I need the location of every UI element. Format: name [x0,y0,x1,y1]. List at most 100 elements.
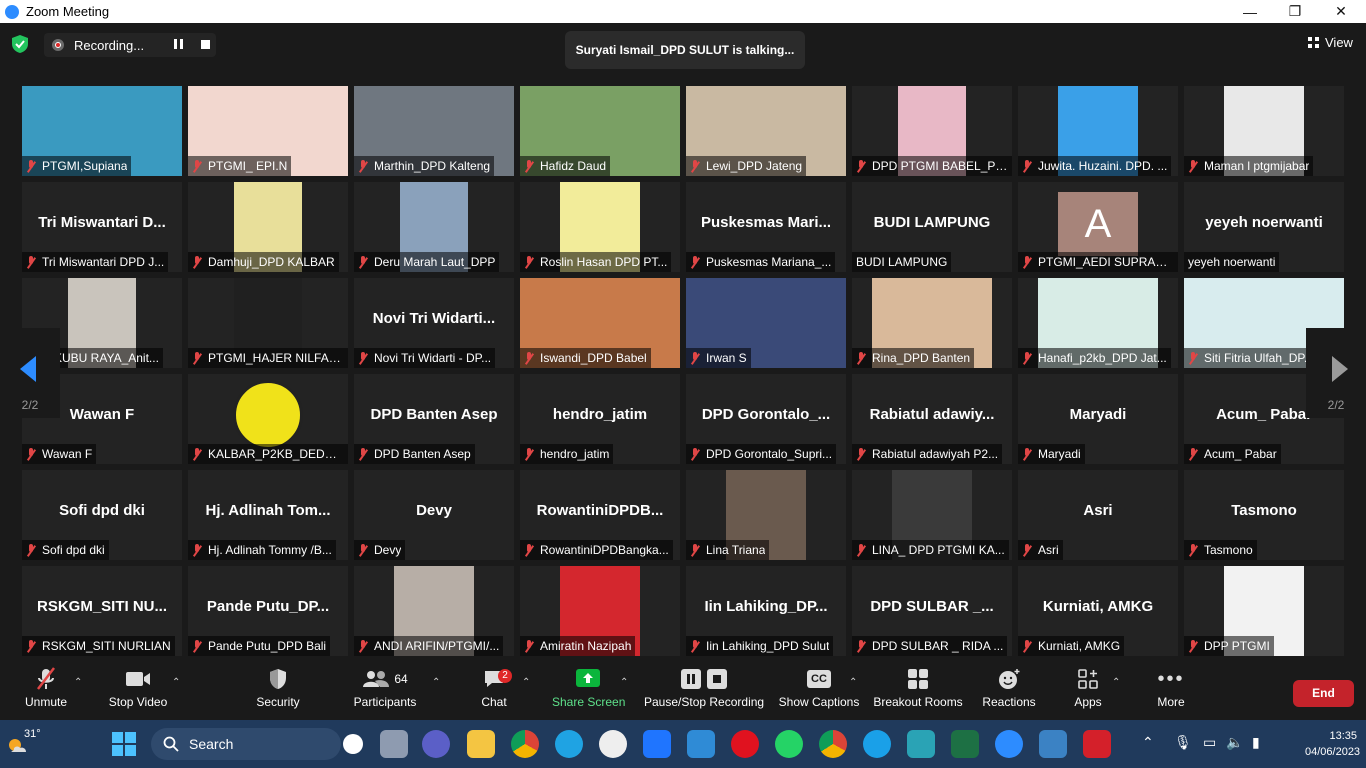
participant-tile[interactable]: Deru Marah Laut_DPP [354,182,514,272]
participant-tile[interactable]: Marthin_DPD Kalteng [354,86,514,176]
chrome-profile-icon[interactable] [819,730,847,758]
end-meeting-button[interactable]: End [1293,680,1354,707]
reactions-button[interactable]: Reactions [980,663,1038,720]
participant-tile[interactable]: Roslin Hasan DPD PT... [520,182,680,272]
mail-icon[interactable] [687,730,715,758]
windows-start-icon[interactable] [112,732,136,756]
participant-tile[interactable]: Devy Devy [354,470,514,560]
participant-tile[interactable]: Hj. Adlinah Tom... Hj. Adlinah Tommy /B..… [188,470,348,560]
stop-recording-icon[interactable] [201,40,210,49]
participant-tile[interactable]: Irwan S [686,278,846,368]
participant-tile[interactable]: Lina Triana [686,470,846,560]
photos-icon[interactable] [1039,730,1067,758]
tray-mic-icon[interactable]: 🎙 [1174,734,1192,751]
whatsapp-green-icon[interactable] [775,730,803,758]
acrobat-icon[interactable] [1083,730,1111,758]
view-button[interactable]: View [1308,35,1353,50]
participant-tile[interactable]: Kurniati, AMKG Kurniati, AMKG [1018,566,1178,656]
breakout-rooms-button[interactable]: Breakout Rooms [872,663,964,720]
participant-tile[interactable]: PTGMI_ EPI.N [188,86,348,176]
participant-tile[interactable]: Maryadi Maryadi [1018,374,1178,464]
restore-button[interactable]: ❐ [1272,0,1318,23]
next-page-button[interactable]: 2/2 [1306,328,1366,418]
share-screen-button[interactable]: Share Screen [552,663,625,720]
tray-overflow-icon[interactable]: ⌃ [1142,734,1154,751]
participant-tile[interactable]: ANDI ARIFIN/PTGMI/... [354,566,514,656]
participant-name-label: PTGMI_AEDI SUPRADI... [1018,252,1178,272]
edge-icon[interactable] [555,730,583,758]
pause-recording-icon[interactable] [174,39,183,49]
participant-tile[interactable]: PTGMI,Supiana [22,86,182,176]
notepad-icon[interactable] [907,730,935,758]
participant-tile[interactable]: Novi Tri Widarti... Novi Tri Widarti - DP… [354,278,514,368]
close-button[interactable]: ✕ [1318,0,1364,23]
participant-tile[interactable]: Juwita. Huzaini. DPD. ... [1018,86,1178,176]
audio-options-caret-icon[interactable]: ⌃ [74,677,82,688]
whatsapp-icon[interactable] [599,730,627,758]
participants-button[interactable]: 64 Participants [350,663,420,720]
participant-tile[interactable]: Hanafi_p2kb_DPD Jat... [1018,278,1178,368]
unmute-button[interactable]: Unmute [18,663,74,720]
participant-tile[interactable]: Rina_DPD Banten [852,278,1012,368]
participant-tile[interactable]: Maman l ptgmijabar [1184,86,1344,176]
participant-tile[interactable]: BUDI LAMPUNG BUDI LAMPUNG [852,182,1012,272]
participant-tile[interactable]: Pande Putu_DP... Pande Putu_DPD Bali [188,566,348,656]
participant-tile[interactable]: PTGMI_HAJER NILFAD... [188,278,348,368]
participant-tile[interactable]: DPD Banten Asep DPD Banten Asep [354,374,514,464]
participant-tile[interactable]: RowantiniDPDB... RowantiniDPDBangka... [520,470,680,560]
participant-tile[interactable]: Iin Lahiking_DP... Iin Lahiking_DPD Sulut [686,566,846,656]
chrome-icon[interactable] [511,730,539,758]
participant-tile[interactable]: DPD SULBAR _... DPD SULBAR _ RIDA ... [852,566,1012,656]
participant-tile[interactable]: hendro_jatim hendro_jatim [520,374,680,464]
battery-icon[interactable]: ▮ [1252,734,1260,751]
participant-tile[interactable]: Puskesmas Mari... Puskesmas Mariana_... [686,182,846,272]
participant-tile[interactable]: DPP PTGMI [1184,566,1344,656]
participant-tile[interactable]: RSKGM_SITI NU... RSKGM_SITI NURLIAN [22,566,182,656]
taskbar-clock[interactable]: 13:35 04/06/2023 [1305,728,1360,760]
participant-tile[interactable]: Tasmono Tasmono [1184,470,1344,560]
shield-check-icon[interactable] [12,35,28,53]
file-explorer-icon[interactable] [467,730,495,758]
participant-tile[interactable]: DPD Gorontalo_... DPD Gorontalo_Supri... [686,374,846,464]
participant-tile[interactable]: LINA_ DPD PTGMI KA... [852,470,1012,560]
participant-tile[interactable]: Rabiatul adawiy... Rabiatul adawiyah P2..… [852,374,1012,464]
meet-now-icon[interactable] [422,730,450,758]
show-captions-button[interactable]: CC Show Captions [778,663,860,720]
chat-button[interactable]: 2 Chat [476,663,512,720]
stop-video-button[interactable]: Stop Video [106,663,170,720]
zoom-taskbar-icon[interactable] [995,730,1023,758]
minimize-button[interactable]: — [1227,0,1273,23]
pause-stop-recording-button[interactable]: Pause/Stop Recording [644,663,764,720]
share-caret-icon[interactable]: ⌃ [620,677,628,688]
participant-name-label: Sofi dpd dki [22,540,109,560]
participant-tile[interactable]: KALBAR_P2KB_DEDE ... [188,374,348,464]
chat-caret-icon[interactable]: ⌃ [522,677,530,688]
participant-tile[interactable]: Lewi_DPD Jateng [686,86,846,176]
tray-display-icon[interactable]: ▭ [1203,734,1216,751]
apps-caret-icon[interactable]: ⌃ [1112,677,1120,688]
copilot-icon[interactable] [863,730,891,758]
participant-tile[interactable]: Hafidz Daud [520,86,680,176]
participant-tile[interactable]: Asri Asri [1018,470,1178,560]
participant-tile[interactable]: DPD PTGMI BABEL_P2... [852,86,1012,176]
excel-icon[interactable] [951,730,979,758]
dropbox-icon[interactable] [643,730,671,758]
more-button[interactable]: ••• More [1150,663,1192,720]
participant-tile[interactable]: Tri Miswantari D... Tri Miswantari DPD J.… [22,182,182,272]
taskbar-search[interactable]: Search [151,728,363,760]
apps-button[interactable]: Apps [1068,663,1108,720]
video-options-caret-icon[interactable]: ⌃ [172,677,180,688]
security-button[interactable]: Security [254,663,302,720]
participant-tile[interactable]: Amiratin Nazipah [520,566,680,656]
participant-tile[interactable]: Sofi dpd dki Sofi dpd dki [22,470,182,560]
participant-tile[interactable]: A PTGMI_AEDI SUPRADI... [1018,182,1178,272]
prev-page-button[interactable]: 2/2 [0,328,60,418]
captions-caret-icon[interactable]: ⌃ [849,677,857,688]
participant-tile[interactable]: Iswandi_DPD Babel [520,278,680,368]
participant-tile[interactable]: yeyeh noerwanti yeyeh noerwanti [1184,182,1344,272]
task-view-icon[interactable] [380,730,408,758]
opera-icon[interactable] [731,730,759,758]
volume-icon[interactable]: 🔈 [1226,734,1243,751]
participant-tile[interactable]: Damhuji_DPD KALBAR [188,182,348,272]
participants-caret-icon[interactable]: ⌃ [432,677,440,688]
